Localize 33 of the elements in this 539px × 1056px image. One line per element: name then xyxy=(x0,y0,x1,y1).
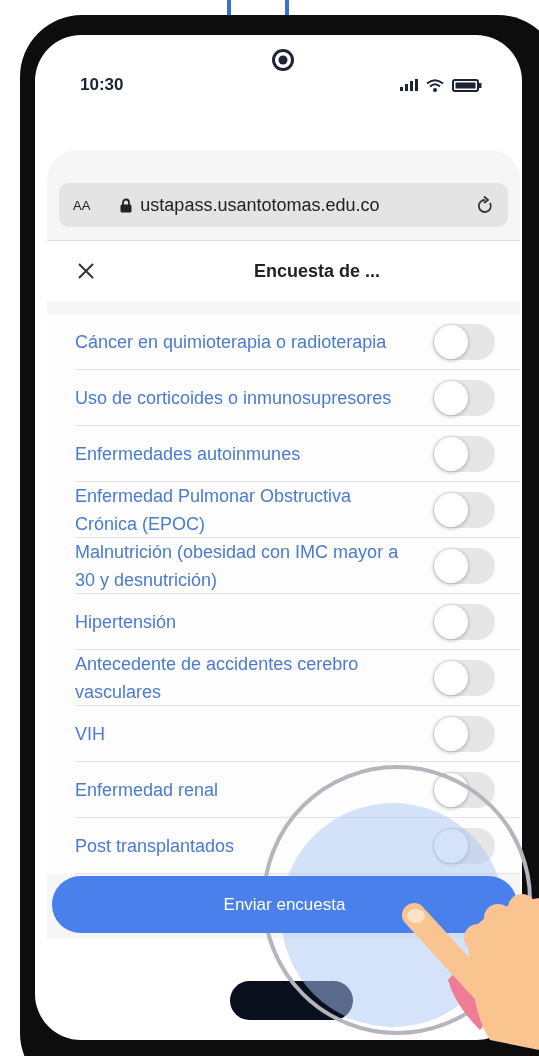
toggle-switch[interactable] xyxy=(433,491,495,528)
toggle-switch[interactable] xyxy=(433,603,495,640)
condition-label: Post transplantados xyxy=(75,834,236,858)
address-bar[interactable]: AA ustapass.usantotomas.edu.co xyxy=(59,183,508,227)
condition-label: Cáncer en quimioterapia o radioterapia xyxy=(75,330,388,354)
toggle-switch[interactable] xyxy=(433,323,495,360)
toggle-switch[interactable] xyxy=(433,827,495,864)
toggle-switch[interactable] xyxy=(433,435,495,472)
lock-icon xyxy=(120,197,133,213)
condition-label: Uso de corticoides o inmunosupresores xyxy=(75,386,393,410)
reload-icon[interactable] xyxy=(476,195,494,215)
condition-label: Enfermedades autoinmunes xyxy=(75,442,302,466)
camera-icon xyxy=(271,48,295,72)
battery-icon xyxy=(452,78,482,92)
submit-button[interactable]: Enviar encuesta xyxy=(52,876,517,933)
toggle-switch[interactable] xyxy=(433,659,495,696)
condition-label: Hipertensión xyxy=(75,610,178,634)
toggle-switch[interactable] xyxy=(433,715,495,752)
condition-label: Enfermedad renal xyxy=(75,778,220,802)
cable-drawing xyxy=(227,0,291,16)
text-size-button[interactable]: AA xyxy=(73,197,91,213)
url-text: ustapass.usantotomas.edu.co xyxy=(140,194,380,216)
page-title: Encuesta de ... xyxy=(254,260,381,282)
toggle-switch[interactable] xyxy=(433,379,495,416)
condition-label: Enfermedad Pulmonar Obstructiva Crónica (EPOC) xyxy=(75,484,353,536)
condition-label: Malnutrición (obesidad con IMC mayor a 30 y desnutrición) xyxy=(75,540,400,592)
wifi-icon xyxy=(426,78,444,92)
condition-label: VIH xyxy=(75,722,106,746)
signal-icon xyxy=(400,79,418,91)
condition-label: Antecedente de accidentes cerebro vasculares xyxy=(75,652,360,704)
status-time: 10:30 xyxy=(80,75,124,95)
close-icon[interactable] xyxy=(77,262,95,280)
toggle-switch[interactable] xyxy=(433,547,495,584)
